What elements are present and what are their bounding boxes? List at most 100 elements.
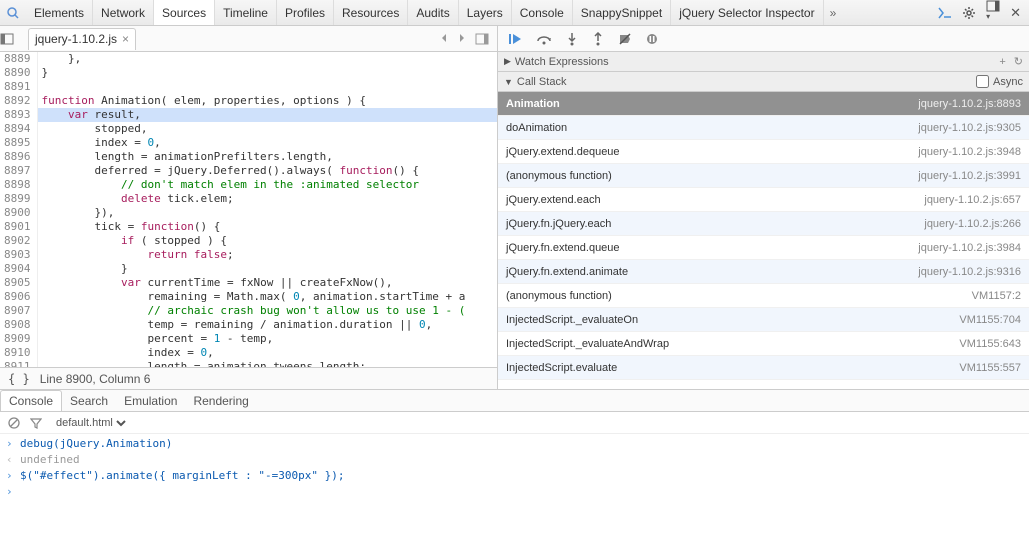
stack-frame[interactable]: jQuery.fn.jQuery.eachjquery-1.10.2.js:26… xyxy=(498,212,1029,236)
history-fwd-icon[interactable] xyxy=(457,33,467,45)
panel-tab-snappysnippet[interactable]: SnappySnippet xyxy=(573,0,671,25)
line-number[interactable]: 8911 xyxy=(4,360,31,367)
deactivate-breakpoints-icon[interactable] xyxy=(618,32,632,46)
panel-tab-console[interactable]: Console xyxy=(512,0,573,25)
panel-tab-layers[interactable]: Layers xyxy=(459,0,512,25)
stack-frame[interactable]: jQuery.extend.eachjquery-1.10.2.js:657 xyxy=(498,188,1029,212)
panel-tab-resources[interactable]: Resources xyxy=(334,0,408,25)
line-number[interactable]: 8905 xyxy=(4,276,31,290)
context-selector[interactable]: default.html xyxy=(52,416,129,430)
line-number[interactable]: 8891 xyxy=(4,80,31,94)
resume-icon[interactable] xyxy=(508,32,522,46)
step-into-icon[interactable] xyxy=(566,32,578,46)
stack-frame[interactable]: InjectedScript._evaluateAndWrapVM1155:64… xyxy=(498,332,1029,356)
step-over-icon[interactable] xyxy=(536,33,552,45)
line-number[interactable]: 8899 xyxy=(4,192,31,206)
code-line: // archaic crash bug won't allow us to u… xyxy=(38,304,498,318)
line-number[interactable]: 8892 xyxy=(4,94,31,108)
dock-side-icon[interactable]: ▾ xyxy=(986,0,1000,26)
line-number[interactable]: 8906 xyxy=(4,290,31,304)
line-number[interactable]: 8903 xyxy=(4,248,31,262)
code-line: index = 0, xyxy=(38,136,498,150)
debugger-toolbar xyxy=(498,26,1029,52)
stack-frame[interactable]: (anonymous function)jquery-1.10.2.js:399… xyxy=(498,164,1029,188)
line-number[interactable]: 8890 xyxy=(4,66,31,80)
console-line: ‹undefined xyxy=(6,452,1023,468)
panel-tab-sources[interactable]: Sources xyxy=(154,0,215,25)
show-navigator-icon[interactable] xyxy=(0,33,24,45)
code-editor[interactable]: 8889889088918892889388948895889688978898… xyxy=(0,52,497,367)
line-number[interactable]: 8898 xyxy=(4,178,31,192)
stack-frame[interactable]: jQuery.fn.extend.animatejquery-1.10.2.js… xyxy=(498,260,1029,284)
line-number[interactable]: 8910 xyxy=(4,346,31,360)
show-debugger-icon[interactable] xyxy=(475,33,489,45)
frame-location: VM1155:557 xyxy=(959,362,1021,374)
line-number[interactable]: 8907 xyxy=(4,304,31,318)
line-number[interactable]: 8908 xyxy=(4,318,31,332)
line-number[interactable]: 8900 xyxy=(4,206,31,220)
line-number[interactable]: 8896 xyxy=(4,150,31,164)
drawer-tab-emulation[interactable]: Emulation xyxy=(116,390,185,411)
console-controls: default.html xyxy=(0,412,1029,434)
callstack-section-header[interactable]: ▼ Call Stack Async xyxy=(498,72,1029,92)
output-marker-icon: ‹ xyxy=(6,452,16,468)
input-marker-icon: › xyxy=(6,484,16,500)
add-watch-icon[interactable]: + xyxy=(999,56,1005,68)
frame-location: VM1155:643 xyxy=(959,338,1021,350)
panel-tab-network[interactable]: Network xyxy=(93,0,154,25)
line-number[interactable]: 8895 xyxy=(4,136,31,150)
panel-tab-jquery-selector-inspector[interactable]: jQuery Selector Inspector xyxy=(671,0,823,25)
panel-tab-timeline[interactable]: Timeline xyxy=(215,0,277,25)
history-back-icon[interactable] xyxy=(439,33,449,45)
line-number[interactable]: 8894 xyxy=(4,122,31,136)
line-number[interactable]: 8904 xyxy=(4,262,31,276)
frame-function: InjectedScript._evaluateOn xyxy=(506,314,959,326)
file-tab-bar: jquery-1.10.2.js × xyxy=(0,26,497,52)
pause-exceptions-icon[interactable] xyxy=(646,33,658,45)
stack-frame[interactable]: (anonymous function)VM1157:2 xyxy=(498,284,1029,308)
stack-frame[interactable]: Animationjquery-1.10.2.js:8893 xyxy=(498,92,1029,116)
console-line: › xyxy=(6,484,1023,500)
console-text: debug(jQuery.Animation) xyxy=(20,436,172,452)
settings-gear-icon[interactable] xyxy=(962,6,976,20)
code-line: percent = 1 - temp, xyxy=(38,332,498,346)
braces-icon[interactable]: { } xyxy=(8,372,30,386)
close-devtools-icon[interactable]: ✕ xyxy=(1010,5,1021,21)
stack-frame[interactable]: InjectedScript.evaluateVM1155:557 xyxy=(498,356,1029,380)
code-line: if ( stopped ) { xyxy=(38,234,498,248)
stack-frame[interactable]: doAnimationjquery-1.10.2.js:9305 xyxy=(498,116,1029,140)
console-line: ›$("#effect").animate({ marginLeft : "-=… xyxy=(6,468,1023,484)
drawer-tab-search[interactable]: Search xyxy=(62,390,116,411)
watch-section-header[interactable]: ▶ Watch Expressions + ↻ xyxy=(498,52,1029,72)
filter-icon[interactable] xyxy=(30,417,42,429)
line-number[interactable]: 8909 xyxy=(4,332,31,346)
line-number[interactable]: 8889 xyxy=(4,52,31,66)
close-tab-icon[interactable]: × xyxy=(122,32,129,46)
stack-frame[interactable]: jQuery.fn.extend.queuejquery-1.10.2.js:3… xyxy=(498,236,1029,260)
drawer-tab-rendering[interactable]: Rendering xyxy=(185,390,256,411)
drawer-tab-console[interactable]: Console xyxy=(0,390,62,411)
step-out-icon[interactable] xyxy=(592,32,604,46)
clear-console-icon[interactable] xyxy=(8,417,20,429)
async-checkbox[interactable] xyxy=(976,75,989,88)
panel-tab-profiles[interactable]: Profiles xyxy=(277,0,334,25)
stack-frame[interactable]: jQuery.extend.dequeuejquery-1.10.2.js:39… xyxy=(498,140,1029,164)
panel-tab-elements[interactable]: Elements xyxy=(26,0,93,25)
search-icon[interactable] xyxy=(0,6,26,20)
console-body[interactable]: ›debug(jQuery.Animation)‹undefined›$("#e… xyxy=(0,434,1029,542)
show-console-icon[interactable] xyxy=(938,7,952,19)
stack-frame[interactable]: InjectedScript._evaluateOnVM1155:704 xyxy=(498,308,1029,332)
file-tab[interactable]: jquery-1.10.2.js × xyxy=(28,28,136,50)
code-line: var currentTime = fxNow || createFxNow()… xyxy=(38,276,498,290)
input-marker-icon: › xyxy=(6,436,16,452)
line-number[interactable]: 8901 xyxy=(4,220,31,234)
line-number[interactable]: 8902 xyxy=(4,234,31,248)
line-number[interactable]: 8893 xyxy=(4,108,31,122)
code-line: index = 0, xyxy=(38,346,498,360)
code-line: deferred = jQuery.Deferred().always( fun… xyxy=(38,164,498,178)
panel-tab-audits[interactable]: Audits xyxy=(408,0,458,25)
line-number[interactable]: 8897 xyxy=(4,164,31,178)
refresh-watch-icon[interactable]: ↻ xyxy=(1014,55,1023,68)
frame-location: jquery-1.10.2.js:9316 xyxy=(918,266,1021,278)
more-tabs-icon[interactable]: » xyxy=(824,6,843,20)
